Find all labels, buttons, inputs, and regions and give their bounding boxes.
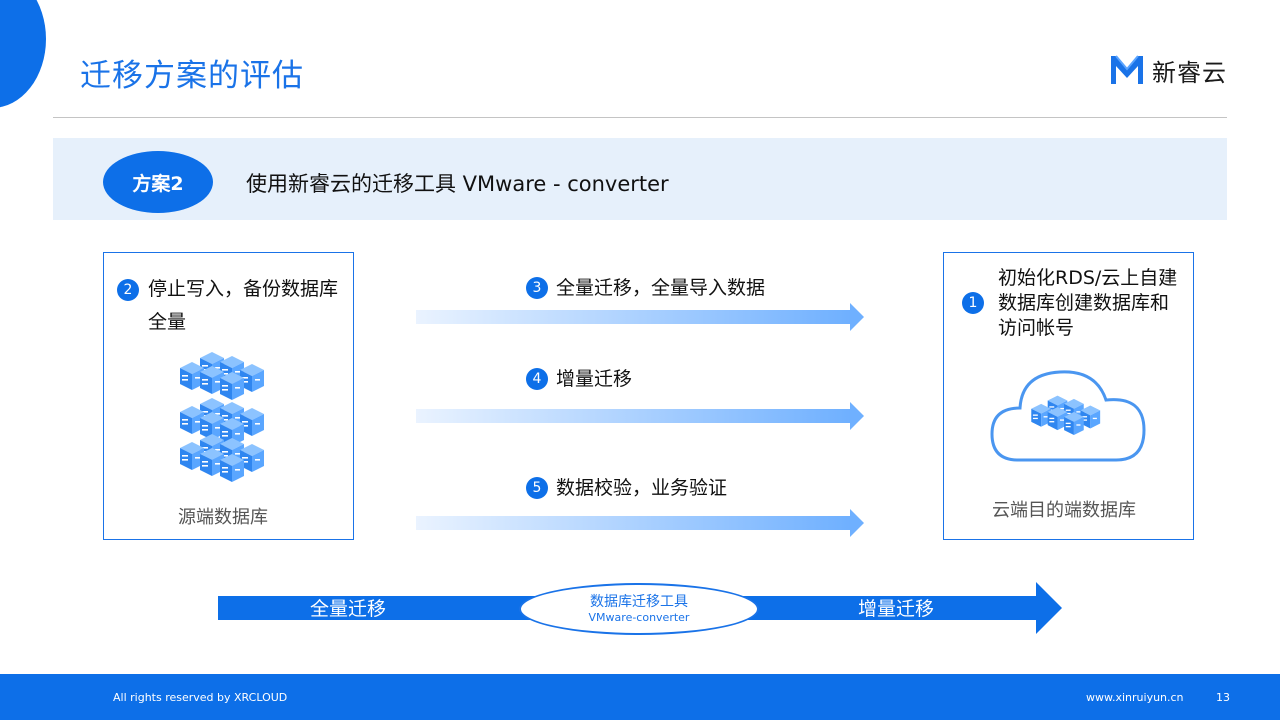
step-arrow [416,509,864,537]
page-number: 13 [1216,691,1230,704]
step-label: 增量迁移 [556,368,633,390]
corner-decoration [0,0,46,108]
timeline-arrow-head [1036,582,1062,634]
step-number-badge: 1 [962,292,984,314]
footer-copyright: All rights reserved by XRCLOUD [113,691,288,704]
timeline-left-label: 全量迁移 [310,598,387,620]
step-label: 数据校验，业务验证 [556,477,728,499]
page-title: 迁移方案的评估 [80,58,304,94]
step-number-badge: 4 [526,368,548,390]
plan-badge: 方案2 [103,151,213,213]
timeline-right-label: 增量迁移 [858,598,935,620]
source-step-line2: 全量 [148,311,187,333]
plan-description: 使用新睿云的迁移工具 VMware - converter [246,172,669,196]
xinruiyun-logo-icon [1111,55,1143,84]
header-divider [53,117,1227,118]
step-label: 全量迁移，全量导入数据 [556,277,766,299]
server-cluster-icon [180,352,264,482]
target-caption: 云端目的端数据库 [992,500,1136,521]
target-step-line3: 访问帐号 [998,317,1075,339]
step-number-badge: 3 [526,277,548,299]
source-caption: 源端数据库 [178,507,268,528]
step-number-badge: 2 [117,279,139,301]
step-number-badge: 5 [526,477,548,499]
tool-title: 数据库迁移工具 [590,594,688,610]
migration-tool-ellipse: 数据库迁移工具 VMware-converter [519,583,759,635]
step-arrow [416,402,864,430]
brand-name: 新睿云 [1152,58,1227,87]
tool-name: VMware-converter [588,611,690,624]
cloud-database-icon [990,370,1146,462]
source-step-line1: 停止写入，备份数据库 [148,278,339,300]
step-arrow [416,303,864,331]
brand-logo: 新睿云 [1108,50,1227,90]
target-step-line2: 数据库创建数据库和 [998,292,1170,314]
target-step-line1: 初始化RDS/云上自建 [998,267,1178,289]
footer-website: www.xinruiyun.cn [1086,691,1184,704]
